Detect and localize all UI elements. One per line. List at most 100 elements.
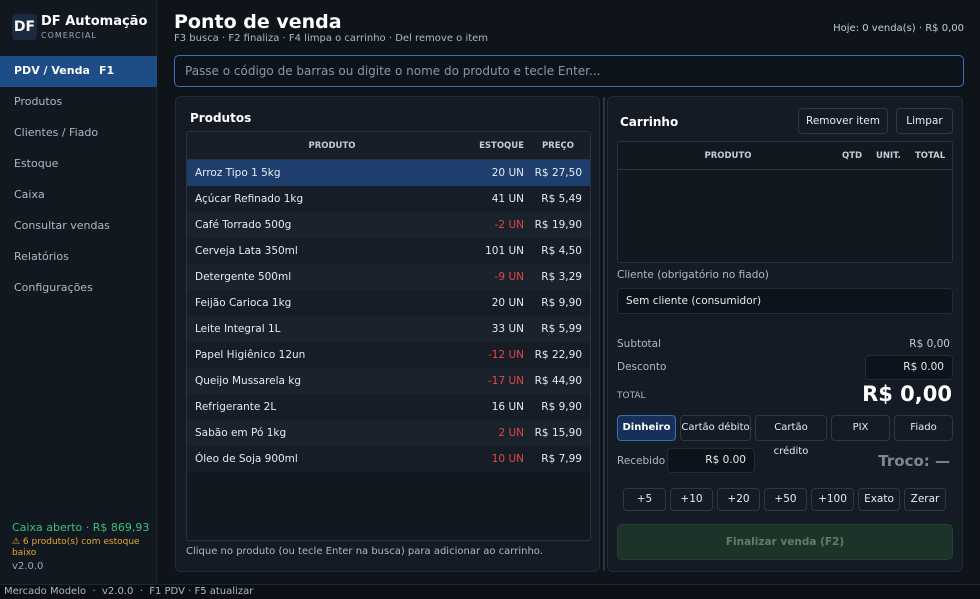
- sidebar-nav: PDV / Venda F1 Produtos Clientes / Fiado…: [0, 56, 157, 304]
- table-row[interactable]: Arroz Tipo 1 5kg 20 UN R$ 27,50: [187, 160, 590, 186]
- client-select[interactable]: Sem cliente (consumidor): [617, 288, 953, 314]
- product-stock: 16 UN: [491, 401, 524, 413]
- brand-name: DF Automação: [41, 14, 148, 29]
- sidebar-item-consultar-vendas[interactable]: Consultar vendas: [0, 211, 157, 242]
- quick-plus-10-button[interactable]: +10: [670, 488, 713, 511]
- sidebar-item-label: Caixa: [14, 188, 45, 201]
- products-panel: Produtos PRODUTO ESTOQUE PREÇO Arroz Tip…: [175, 96, 600, 572]
- finalize-sale-button[interactable]: Finalizar venda (F2): [617, 524, 953, 560]
- page-title: Ponto de venda: [174, 11, 342, 33]
- sidebar-item-label: Configurações: [14, 281, 93, 294]
- table-row[interactable]: Sabão em Pó 1kg 2 UN R$ 15,90: [187, 420, 590, 446]
- quick-plus-20-button[interactable]: +20: [717, 488, 760, 511]
- today-summary: Hoje: 0 venda(s) · R$ 0,00: [833, 23, 964, 34]
- sidebar-item-label: PDV / Venda: [14, 64, 90, 77]
- product-stock: 41 UN: [491, 193, 524, 205]
- product-name: Leite Integral 1L: [195, 323, 281, 335]
- sidebar-item-shortcut: F1: [99, 64, 115, 77]
- subtotal-label: Subtotal: [617, 338, 661, 350]
- cash-status: Caixa aberto · R$ 869,93: [12, 521, 150, 534]
- quick-exact-button[interactable]: Exato: [858, 488, 900, 511]
- received-input[interactable]: R$ 0.00: [667, 448, 755, 473]
- brand-subtitle: COMERCIAL: [41, 31, 97, 40]
- column-header-produto[interactable]: PRODUTO: [187, 132, 477, 160]
- product-price: R$ 9,90: [541, 297, 582, 309]
- sidebar-item-label: Relatórios: [14, 250, 69, 263]
- cart-column-qtd[interactable]: QTD: [842, 142, 862, 170]
- total-value: R$ 0,00: [862, 382, 952, 406]
- cart-column-total[interactable]: TOTAL: [915, 142, 945, 170]
- brand: DF DF Automação COMERCIAL: [12, 14, 152, 44]
- product-stock: -2 UN: [494, 219, 524, 231]
- discount-input[interactable]: R$ 0.00: [865, 355, 953, 380]
- table-row[interactable]: Queijo Mussarela kg -17 UN R$ 44,90: [187, 368, 590, 394]
- product-stock: -9 UN: [494, 271, 524, 283]
- cart-column-produto[interactable]: PRODUTO: [618, 142, 838, 170]
- quick-plus-50-button[interactable]: +50: [764, 488, 807, 511]
- product-stock: 20 UN: [491, 297, 524, 309]
- product-price: R$ 19,90: [534, 219, 582, 231]
- product-stock: -12 UN: [487, 349, 524, 361]
- subtotal-value: R$ 0,00: [909, 338, 950, 350]
- table-row[interactable]: Papel Higiênico 12un -12 UN R$ 22,90: [187, 342, 590, 368]
- sidebar-item-estoque[interactable]: Estoque: [0, 149, 157, 180]
- product-price: R$ 27,50: [534, 167, 582, 179]
- payment-credito-button[interactable]: Cartão crédito: [755, 415, 827, 457]
- product-name: Café Torrado 500g: [195, 219, 292, 231]
- sidebar-item-caixa[interactable]: Caixa: [0, 180, 157, 211]
- version-label: v2.0.0: [12, 561, 44, 572]
- cart-column-unit[interactable]: UNIT.: [876, 142, 901, 170]
- clear-cart-button[interactable]: Limpar: [896, 108, 953, 134]
- search-input[interactable]: [174, 55, 964, 87]
- product-name: Óleo de Soja 900ml: [195, 453, 298, 465]
- table-row[interactable]: Cerveja Lata 350ml 101 UN R$ 4,50: [187, 238, 590, 264]
- table-row[interactable]: Refrigerante 2L 16 UN R$ 9,90: [187, 394, 590, 420]
- received-label: Recebido: [617, 455, 666, 467]
- product-price: R$ 5,49: [541, 193, 582, 205]
- remove-item-button[interactable]: Remover item: [798, 108, 888, 134]
- quick-reset-button[interactable]: Zerar: [904, 488, 946, 511]
- payment-pix-button[interactable]: PIX: [831, 415, 890, 441]
- payment-debito-button[interactable]: Cartão débito: [680, 415, 751, 441]
- status-bar: Mercado Modelo · v2.0.0 · F1 PDV · F5 at…: [0, 584, 980, 599]
- product-name: Açúcar Refinado 1kg: [195, 193, 304, 205]
- sidebar-item-produtos[interactable]: Produtos: [0, 87, 157, 118]
- table-row[interactable]: Açúcar Refinado 1kg 41 UN R$ 5,49: [187, 186, 590, 212]
- cart-panel: Carrinho Remover item Limpar PRODUTO QTD…: [607, 96, 963, 572]
- sidebar-item-relatorios[interactable]: Relatórios: [0, 242, 157, 273]
- products-title: Produtos: [190, 111, 252, 125]
- sidebar-item-pdv[interactable]: PDV / Venda F1: [0, 56, 157, 87]
- quick-plus-5-button[interactable]: +5: [623, 488, 666, 511]
- product-name: Detergente 500ml: [195, 271, 292, 283]
- payment-dinheiro-button[interactable]: Dinheiro: [617, 415, 676, 441]
- product-price: R$ 44,90: [534, 375, 582, 387]
- sidebar-item-configuracoes[interactable]: Configurações: [0, 273, 157, 304]
- table-row[interactable]: Leite Integral 1L 33 UN R$ 5,99: [187, 316, 590, 342]
- product-name: Sabão em Pó 1kg: [195, 427, 287, 439]
- sidebar-item-label: Estoque: [14, 157, 59, 170]
- panel-splitter[interactable]: [603, 97, 605, 571]
- payment-fiado-button[interactable]: Fiado: [894, 415, 953, 441]
- client-label: Cliente (obrigatório no fiado): [617, 269, 769, 281]
- table-row[interactable]: Óleo de Soja 900ml 10 UN R$ 7,99: [187, 446, 590, 472]
- brand-logo: DF: [12, 14, 37, 40]
- column-header-estoque[interactable]: ESTOQUE: [479, 132, 524, 160]
- product-name: Cerveja Lata 350ml: [195, 245, 298, 257]
- cart-table: PRODUTO QTD UNIT. TOTAL: [617, 141, 953, 263]
- product-price: R$ 9,90: [541, 401, 582, 413]
- product-name: Arroz Tipo 1 5kg: [195, 167, 281, 179]
- cart-title: Carrinho: [620, 115, 679, 129]
- product-name: Papel Higiênico 12un: [195, 349, 306, 361]
- quick-plus-100-button[interactable]: +100: [811, 488, 854, 511]
- column-header-preco[interactable]: PREÇO: [542, 132, 574, 160]
- change-display: Troco: —: [878, 452, 950, 470]
- cart-table-header: PRODUTO QTD UNIT. TOTAL: [618, 142, 952, 170]
- sidebar-item-clientes[interactable]: Clientes / Fiado: [0, 118, 157, 149]
- product-price: R$ 7,99: [541, 453, 582, 465]
- total-label: TOTAL: [617, 391, 646, 401]
- product-price: R$ 4,50: [541, 245, 582, 257]
- table-row[interactable]: Feijão Carioca 1kg 20 UN R$ 9,90: [187, 290, 590, 316]
- sidebar-item-label: Consultar vendas: [14, 219, 110, 232]
- table-row[interactable]: Detergente 500ml -9 UN R$ 3,29: [187, 264, 590, 290]
- table-row[interactable]: Café Torrado 500g -2 UN R$ 19,90: [187, 212, 590, 238]
